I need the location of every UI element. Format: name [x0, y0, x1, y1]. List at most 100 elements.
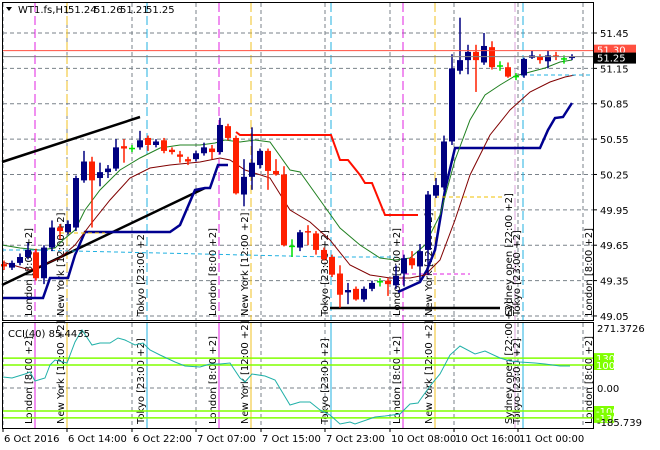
- candle-body: [177, 154, 183, 157]
- price-tick-label: 50.55: [600, 135, 629, 146]
- cci-max-label: 271.3726: [597, 324, 645, 335]
- candle-body: [217, 124, 223, 153]
- symbol-label: WT1.fs,H1: [18, 5, 69, 16]
- candle-body: [425, 194, 431, 250]
- time-tick-label: 10 Oct 08:00: [391, 434, 456, 445]
- candle-body: [49, 227, 55, 248]
- candle-body: [521, 58, 527, 76]
- candle-body: [97, 172, 103, 179]
- candle: [281, 166, 287, 247]
- candle-body: [153, 141, 159, 146]
- candle: [225, 123, 231, 141]
- candle: [329, 254, 335, 278]
- candle-body: [81, 161, 87, 181]
- candle-body: [25, 249, 31, 258]
- cci-level-label: 100: [596, 361, 615, 372]
- time-tick-label: 6 Oct 2016: [4, 434, 59, 445]
- candle-body: [305, 231, 311, 233]
- high-price: 51.26: [94, 5, 123, 16]
- price-tick-label: 50.85: [600, 100, 629, 111]
- candle-body: [409, 258, 415, 266]
- price-chart[interactable]: London [8:00 +2]London [8:00 +2]New York…: [0, 0, 660, 450]
- candle: [521, 57, 527, 78]
- candle-body: [457, 60, 463, 71]
- candle-body: [185, 159, 191, 162]
- candle-body: [169, 149, 175, 153]
- candle-body: [73, 178, 79, 228]
- candle-body: [321, 249, 327, 260]
- candle-body: [17, 257, 23, 263]
- candle-body: [265, 150, 271, 171]
- candle-body: [473, 51, 479, 61]
- candle-body: [297, 232, 303, 248]
- session-label: Tokyo [23:00 +2]: [136, 230, 147, 317]
- candle-body: [417, 251, 423, 267]
- candle: [441, 135, 447, 190]
- session-label: Tokyo [23:00 +2]: [320, 338, 331, 425]
- candle-body: [57, 227, 63, 232]
- candle: [33, 248, 39, 281]
- candle-body: [241, 176, 247, 195]
- price-tick-label: 49.95: [600, 206, 629, 217]
- session-label: Tokyo [23:00 +2]: [512, 338, 523, 425]
- open-price: 51.24: [68, 5, 97, 16]
- low-price: 51.21: [120, 5, 149, 16]
- candle-body: [345, 290, 351, 293]
- candle-body: [249, 162, 255, 177]
- candle-body: [369, 282, 375, 289]
- candle-body: [361, 288, 367, 300]
- session-label: Tokyo [23:00 +2]: [512, 230, 523, 317]
- candle-body: [393, 275, 399, 286]
- time-tick-label: 6 Oct 14:00: [68, 434, 127, 445]
- candle: [233, 135, 239, 195]
- time-tick-label: 6 Oct 22:00: [133, 434, 192, 445]
- candle-body: [329, 257, 335, 275]
- session-label: London [8:00 +2]: [208, 228, 219, 316]
- session-label: New York [12:00 +2]: [424, 320, 435, 424]
- candle-body: [313, 233, 319, 250]
- close-price: 51.25: [146, 5, 175, 16]
- candle-body: [201, 147, 207, 154]
- time-tick-label: 7 Oct 07:00: [197, 434, 256, 445]
- candle-body: [121, 146, 127, 149]
- candle-body: [505, 67, 511, 77]
- candle-body: [337, 273, 343, 295]
- candle-body: [353, 288, 359, 300]
- candle-body: [481, 45, 487, 63]
- candle-body: [105, 168, 111, 173]
- candle-body: [1, 264, 7, 267]
- price-tick-label: 51.15: [600, 64, 629, 75]
- candle-body: [209, 148, 215, 153]
- candle-body: [257, 150, 263, 166]
- candle-body: [441, 141, 447, 188]
- session-label: New York [12:00 +2]: [240, 212, 251, 316]
- cci-indicator-label: CCI(40) 85.4435: [8, 329, 90, 340]
- candle-body: [145, 137, 151, 146]
- price-tick-label: 49.65: [600, 241, 629, 252]
- price-tick-label: 49.35: [600, 277, 629, 288]
- session-label: New York [12:00 +2]: [240, 320, 251, 424]
- price-tick-label: 50.25: [600, 170, 629, 181]
- candle-body: [537, 56, 543, 61]
- candle-body: [233, 137, 239, 194]
- candle-body: [401, 258, 407, 274]
- candle: [73, 175, 79, 232]
- candle-body: [433, 185, 439, 196]
- time-tick-label: 10 Oct 16:00: [455, 434, 520, 445]
- time-tick-label: 7 Oct 23:00: [326, 434, 385, 445]
- candle-body: [89, 161, 95, 181]
- candle-body: [281, 174, 287, 246]
- candle-body: [161, 140, 167, 151]
- candle-body: [273, 170, 279, 175]
- bid-price-label: 51.25: [597, 54, 626, 65]
- candle-body: [225, 126, 231, 138]
- candle-body: [449, 68, 455, 142]
- candle-body: [113, 147, 119, 169]
- candle-body: [9, 262, 15, 268]
- time-tick-label: 11 Oct 00:00: [519, 434, 584, 445]
- cci-min-label: -185.739: [597, 418, 642, 429]
- session-label: Tokyo [23:00 +2]: [136, 338, 147, 425]
- candle-body: [385, 280, 391, 285]
- time-tick-label: 7 Oct 15:00: [262, 434, 321, 445]
- candle-body: [193, 153, 199, 160]
